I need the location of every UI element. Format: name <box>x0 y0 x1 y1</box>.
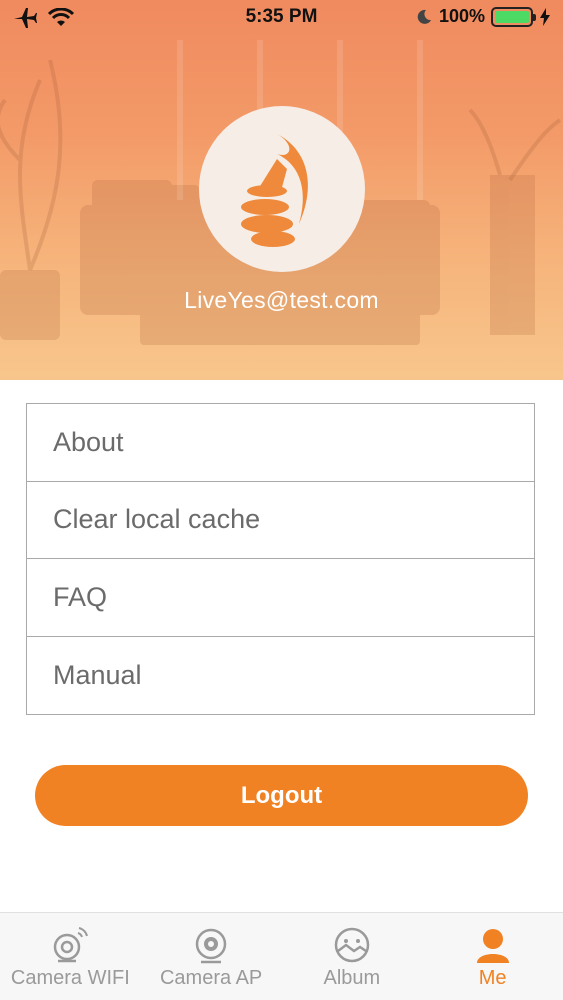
camera-wifi-icon <box>54 927 89 963</box>
tab-label: Album <box>323 967 381 989</box>
avatar[interactable] <box>199 106 365 272</box>
menu-item-about[interactable]: About <box>27 404 534 482</box>
person-icon <box>476 929 509 963</box>
tab-bar: Camera WIFI Camera AP Album Me <box>0 912 563 1000</box>
thumbs-up-flame-logo-icon <box>241 134 308 247</box>
menu-item-faq[interactable]: FAQ <box>27 559 534 637</box>
profile-header: 5:35 PM 100% LiveYes@test.com <box>0 0 563 380</box>
user-email: LiveYes@test.com <box>184 287 379 313</box>
tab-me[interactable]: Me <box>422 913 563 1000</box>
battery-icon <box>491 6 536 27</box>
logout-button[interactable]: Logout <box>35 765 528 826</box>
settings-menu: About Clear local cache FAQ Manual <box>26 403 535 715</box>
tab-label: Me <box>478 967 507 989</box>
camera-ap-icon <box>195 928 227 964</box>
menu-item-manual[interactable]: Manual <box>27 637 534 715</box>
me-screen: 5:35 PM 100% LiveYes@test.com About Clea… <box>0 0 563 1000</box>
moon-icon <box>417 9 431 24</box>
menu-item-clear-cache[interactable]: Clear local cache <box>27 482 534 559</box>
battery-percent: 100% <box>438 6 485 26</box>
tab-label: Camera AP <box>159 967 263 989</box>
status-right-icons: 100% <box>415 6 551 27</box>
tab-camera-wifi[interactable]: Camera WIFI <box>0 913 141 1000</box>
tab-album[interactable]: Album <box>282 913 423 1000</box>
status-bar: 5:35 PM 100% <box>0 0 563 38</box>
tab-camera-ap[interactable]: Camera AP <box>141 913 282 1000</box>
battery-level-fill <box>495 10 529 23</box>
charging-bolt-icon <box>540 7 550 26</box>
album-icon <box>334 927 370 963</box>
tab-label: Camera WIFI <box>10 967 130 989</box>
